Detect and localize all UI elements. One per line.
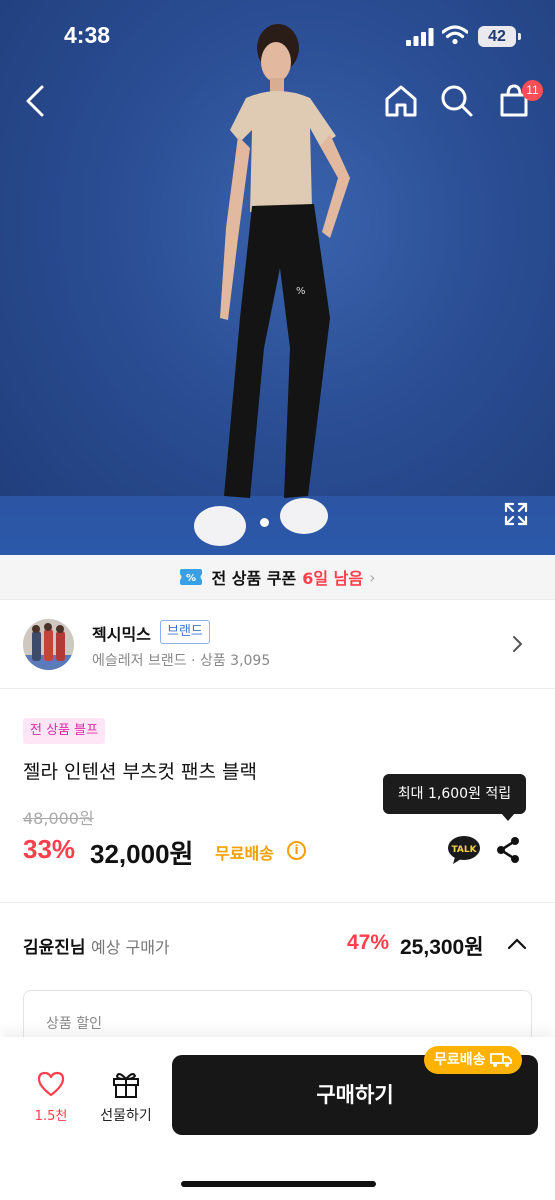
- search-icon: [441, 85, 473, 117]
- coupon-banner[interactable]: % 전 상품 쿠폰 6일 남음 ›: [0, 555, 555, 600]
- brand-tag: 브랜드: [160, 620, 210, 644]
- coupon-text: 전 상품 쿠폰: [211, 569, 297, 588]
- expected-price-label: 김윤진님 예상 구매가: [23, 933, 170, 958]
- original-price: 48,000원: [23, 809, 94, 828]
- product-photo: %: [194, 24, 350, 546]
- fullscreen-button[interactable]: [503, 501, 529, 527]
- expected-price-caption: 예상 구매가: [90, 938, 170, 957]
- wifi-icon: [442, 25, 468, 45]
- battery-tip: [518, 33, 521, 40]
- cellular-signal-icon: [406, 28, 434, 46]
- sale-badge: 전 상품 블프: [23, 718, 106, 744]
- bottom-action-bar: 1.5천 선물하기 구매하기 무료배송: [0, 1037, 555, 1200]
- info-icon[interactable]: i: [287, 841, 306, 860]
- heart-icon: [37, 1071, 65, 1097]
- tooltip-tail: [501, 813, 515, 821]
- brand-row[interactable]: 젝시믹스 브랜드 에슬레저 브랜드 · 상품 3,095: [0, 601, 555, 689]
- discount-rate: 33%: [23, 834, 76, 864]
- battery-indicator: 42: [478, 26, 516, 47]
- sale-price: 32,000원: [90, 839, 194, 869]
- free-shipping-pill-label: 무료배송: [434, 1052, 486, 1068]
- product-title: 젤라 인텐션 부츠컷 팬츠 블랙: [23, 761, 257, 783]
- detail-label: 상품 할인: [46, 1016, 102, 1032]
- home-button[interactable]: [384, 84, 418, 118]
- points-tooltip: 최대 1,600원 적립: [383, 774, 526, 814]
- brand-subtitle: 에슬레저 브랜드 · 상품 3,095: [92, 653, 271, 669]
- share-icon[interactable]: [495, 836, 521, 864]
- free-shipping-pill: 무료배송: [424, 1046, 522, 1074]
- brand-name: 젝시믹스: [92, 625, 151, 644]
- product-image-carousel[interactable]: % 4:38 42 11: [0, 0, 555, 555]
- chevron-right-icon: ›: [369, 567, 376, 587]
- gift-button[interactable]: 선물하기: [94, 1069, 158, 1125]
- svg-text:%: %: [296, 286, 306, 297]
- truck-icon: [489, 1053, 512, 1067]
- expected-price: 25,300원: [400, 936, 484, 959]
- svg-text:TALK: TALK: [451, 845, 477, 855]
- home-indicator: [181, 1181, 376, 1187]
- search-button[interactable]: [440, 84, 474, 118]
- chevron-right-icon: [513, 636, 523, 652]
- back-arrow-icon: [26, 85, 44, 117]
- coupon-remaining: 6일 남음: [302, 569, 364, 588]
- brand-avatar: [23, 619, 74, 670]
- back-button[interactable]: [18, 84, 52, 118]
- coupon-icon: %: [180, 569, 203, 585]
- free-shipping-label: 무료배송: [215, 844, 274, 863]
- gift-label: 선물하기: [100, 1108, 152, 1124]
- cart-count-badge: 11: [522, 80, 543, 101]
- expected-discount: 47%: [347, 931, 390, 954]
- section-divider: [0, 902, 555, 903]
- kakao-talk-share-icon[interactable]: TALK: [447, 835, 481, 865]
- like-button[interactable]: 1.5천: [28, 1071, 74, 1124]
- user-name: 김윤진님: [23, 938, 86, 958]
- carousel-indicator: [260, 518, 269, 527]
- status-bar: 4:38 42: [0, 0, 555, 72]
- gift-icon: [113, 1073, 139, 1098]
- like-count: 1.5천: [34, 1109, 68, 1124]
- home-icon: [385, 85, 417, 117]
- status-time: 4:38: [64, 22, 111, 48]
- expand-icon: [504, 502, 528, 526]
- chevron-up-icon[interactable]: [507, 938, 527, 950]
- svg-text:%: %: [186, 573, 196, 584]
